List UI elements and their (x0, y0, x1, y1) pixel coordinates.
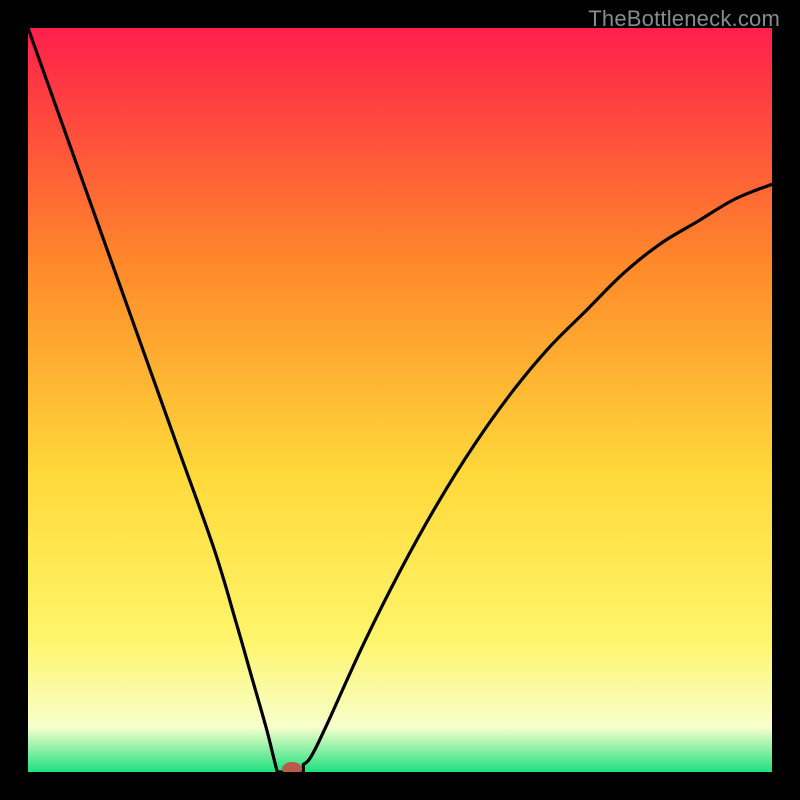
chart-background (28, 28, 772, 772)
chart-svg (28, 28, 772, 772)
watermark-label: TheBottleneck.com (588, 6, 780, 32)
plot-area (28, 28, 772, 772)
chart-frame: TheBottleneck.com (0, 0, 800, 800)
